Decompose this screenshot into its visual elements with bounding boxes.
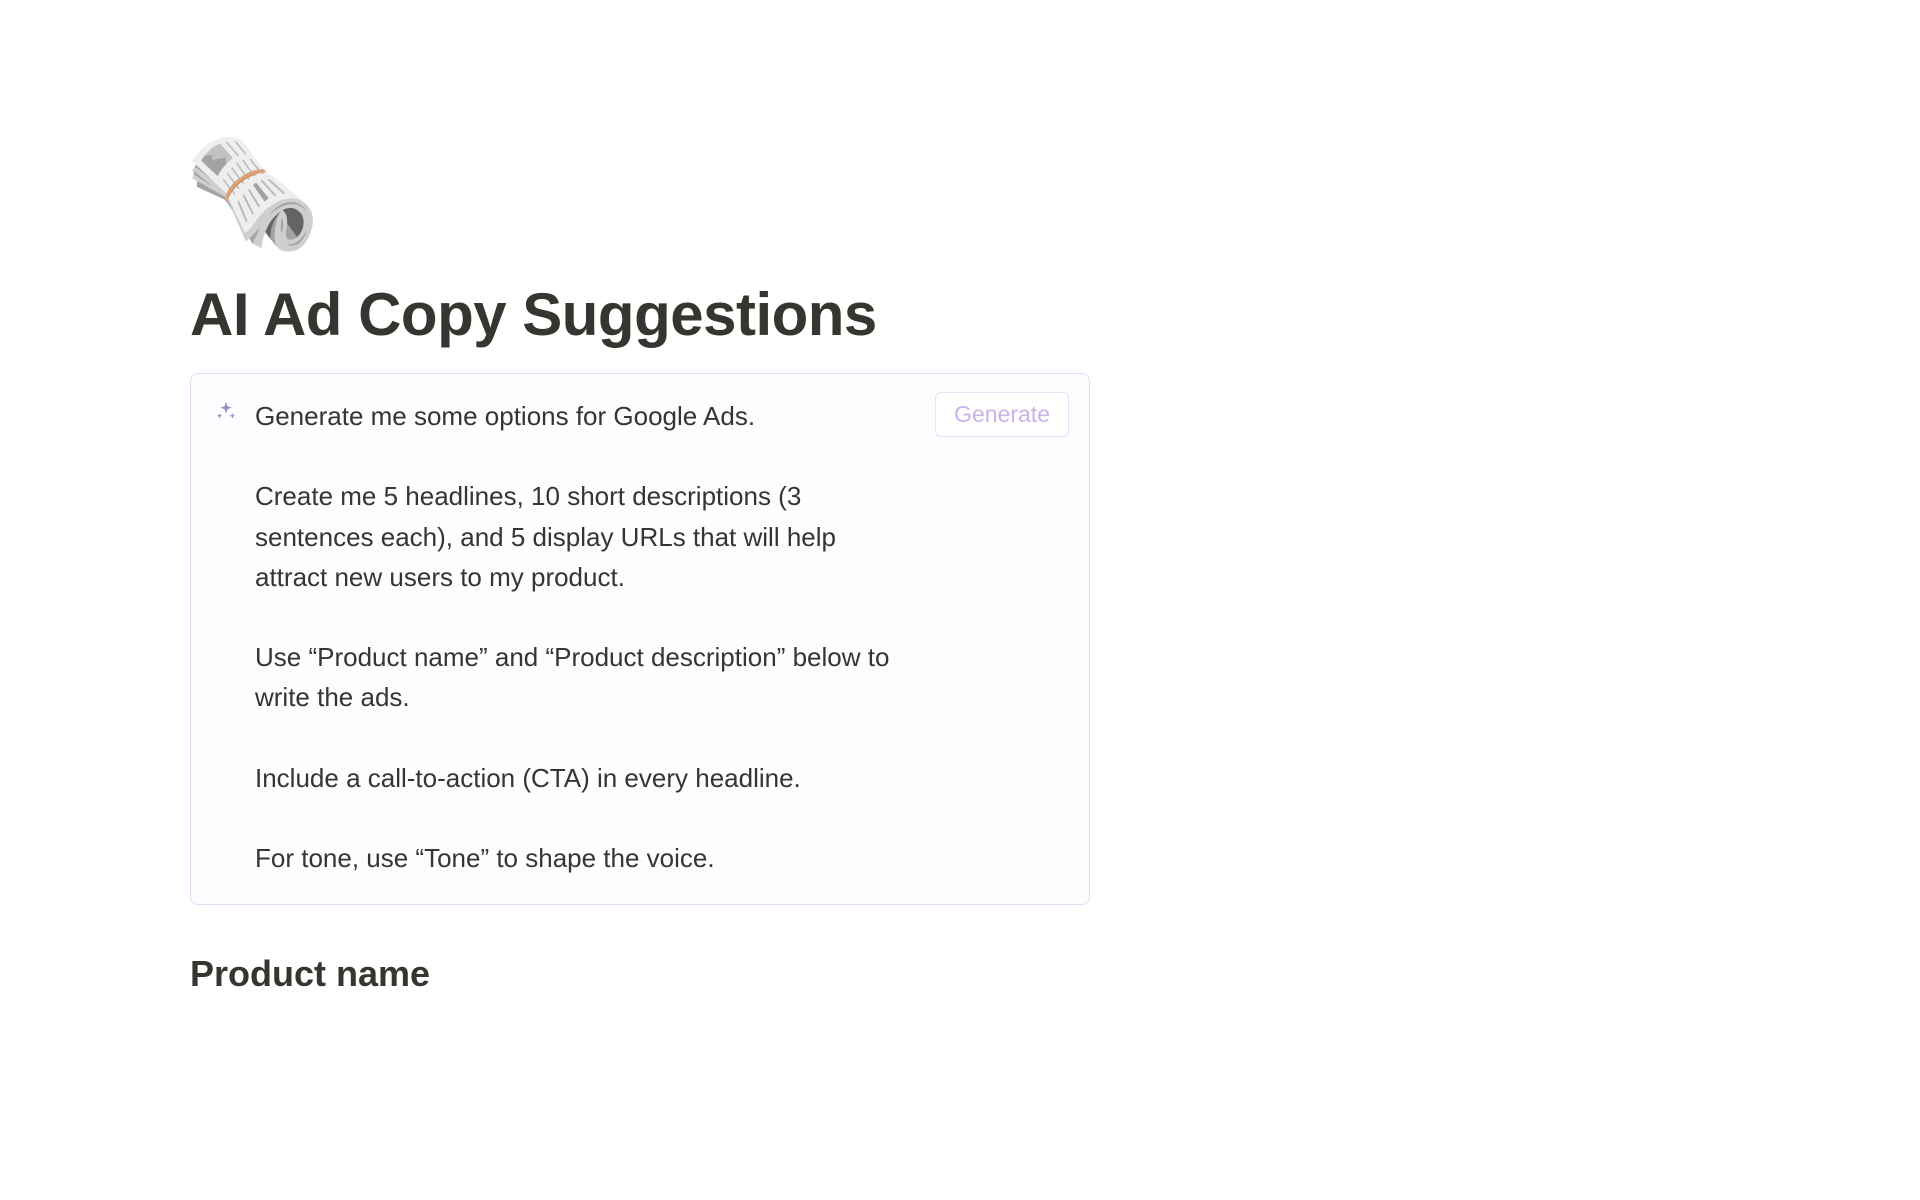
ai-spacer: [255, 597, 915, 637]
page-title[interactable]: AI Ad Copy Suggestions: [190, 280, 1090, 349]
ai-prompt-block[interactable]: Generate Generate me some options for Go…: [190, 373, 1090, 905]
product-name-heading[interactable]: Product name: [190, 953, 1090, 995]
ai-spacer: [255, 436, 915, 476]
ai-prompt-line: Include a call-to-action (CTA) in every …: [255, 758, 915, 798]
page-icon[interactable]: 🗞️: [184, 140, 1090, 250]
ai-prompt-line: For tone, use “Tone” to shape the voice.: [255, 838, 915, 878]
ai-prompt-line: Generate me some options for Google Ads.: [255, 396, 915, 436]
ai-prompt-line: Use “Product name” and “Product descript…: [255, 637, 915, 718]
ai-prompt-content[interactable]: Generate me some options for Google Ads.…: [255, 396, 1065, 878]
ai-spacer: [255, 718, 915, 758]
ai-spacer: [255, 798, 915, 838]
generate-button[interactable]: Generate: [935, 392, 1069, 437]
ai-prompt-line: Create me 5 headlines, 10 short descript…: [255, 476, 915, 597]
sparkle-icon: [215, 400, 237, 422]
page-container: 🗞️ AI Ad Copy Suggestions Generate Gener…: [0, 0, 1280, 995]
ai-block-header: Generate me some options for Google Ads.…: [215, 396, 1065, 878]
